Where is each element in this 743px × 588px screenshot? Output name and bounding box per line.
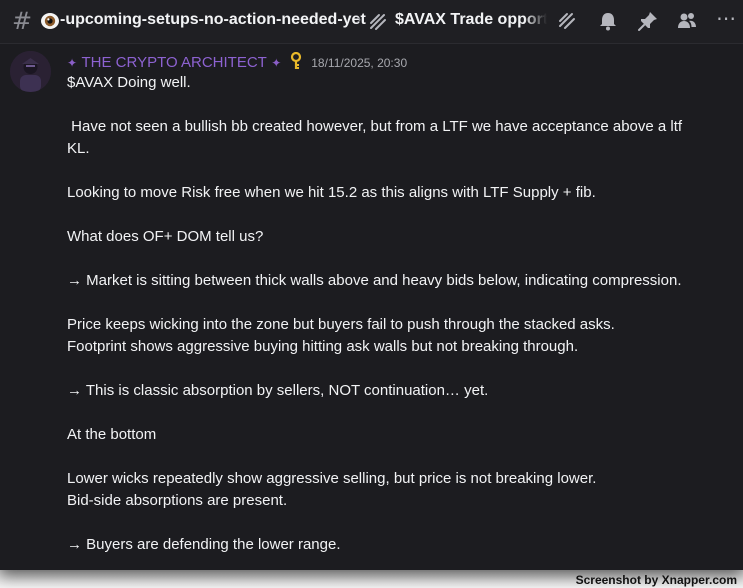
thread-icon — [370, 14, 386, 30]
message-line — [67, 160, 717, 182]
discord-window: # -upcoming-setups-no-action-needed-yet … — [0, 0, 743, 570]
message-line: $AVAX Doing well. — [67, 74, 191, 91]
channel-header: # -upcoming-setups-no-action-needed-yet … — [0, 0, 743, 44]
channel-name[interactable]: -upcoming-setups-no-action-needed-yet — [60, 11, 366, 29]
message-line: Lower wicks repeatedly show aggressive s… — [67, 470, 597, 487]
message-line — [67, 292, 717, 314]
star-icon: ✦ — [271, 56, 282, 70]
message-line — [67, 512, 717, 534]
message-line: Price keeps wicking into the zone but bu… — [67, 316, 615, 333]
bell-icon[interactable] — [597, 10, 619, 32]
breadcrumb-chevron: › — [356, 12, 362, 28]
member-list-icon[interactable] — [676, 10, 698, 32]
message-line: Footprint shows aggressive buying hittin… — [67, 338, 579, 355]
author-name[interactable]: THE CRYPTO ARCHITECT — [82, 54, 267, 71]
message-line — [67, 94, 717, 116]
hash-icon: # — [12, 7, 33, 35]
message-line: → Market is sitting between thick walls … — [67, 272, 682, 289]
message-line — [67, 204, 717, 226]
key-icon — [290, 52, 301, 69]
threads-icon[interactable] — [556, 10, 578, 32]
more-options-icon[interactable]: ⋯ — [716, 6, 738, 30]
message-line: Have not seen a bullish bb created howev… — [67, 118, 683, 135]
eye-emoji-icon — [41, 13, 59, 29]
message-content: $AVAX Doing well. Have not seen a bullis… — [67, 72, 717, 556]
message-line: → This is classic absorption by sellers,… — [67, 382, 489, 399]
message-line: What does OF+ DOM tell us? — [67, 228, 264, 245]
message-timestamp: 18/11/2025, 20:30 — [311, 56, 408, 70]
message-line: KL. — [67, 140, 90, 157]
message-line — [67, 248, 717, 270]
message-header: ✦ THE CRYPTO ARCHITECT ✦ 18/11/2025, 20:… — [67, 52, 407, 72]
thread-name[interactable]: $AVAX Trade opportu — [395, 11, 547, 29]
message-line: → Buyers are defending the lower range. — [67, 536, 341, 553]
message-line — [67, 402, 717, 424]
message-line: At the bottom — [67, 426, 157, 443]
message-line: Looking to move Risk free when we hit 15… — [67, 184, 596, 201]
message-line: Bid-side absorptions are present. — [67, 492, 288, 509]
avatar-image — [10, 51, 51, 92]
avatar[interactable] — [10, 51, 51, 92]
pin-icon[interactable] — [637, 10, 659, 32]
screenshot-credit: Screenshot by Xnapper.com — [575, 573, 737, 587]
message-line — [67, 446, 717, 468]
star-icon: ✦ — [67, 56, 78, 70]
message-line — [67, 358, 717, 380]
